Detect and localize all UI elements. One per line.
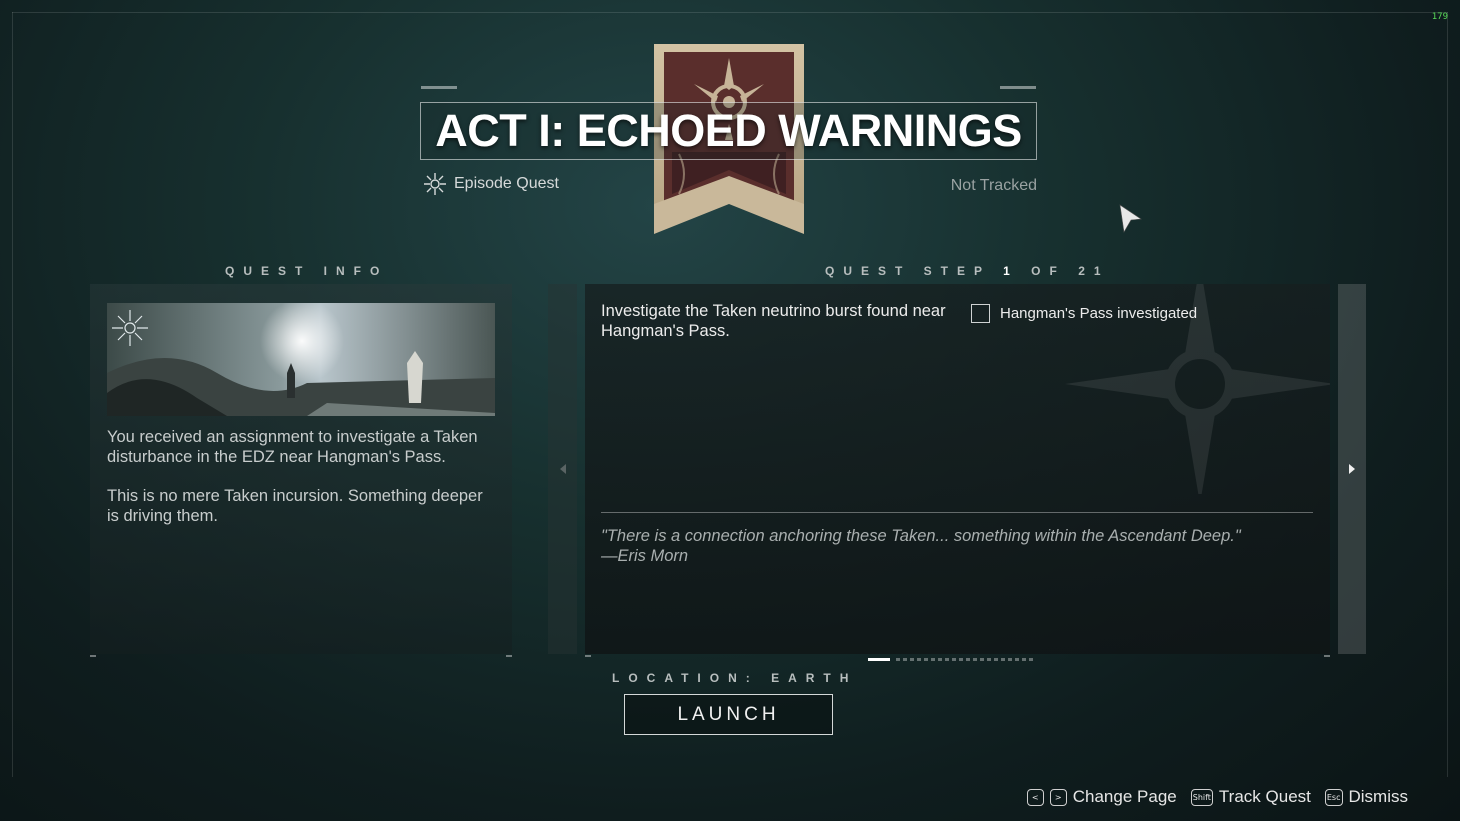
- objective-checkbox: [971, 304, 990, 323]
- quest-step-panel: Investigate the Taken neutrino burst fou…: [585, 284, 1330, 654]
- lore-quote-text: "There is a connection anchoring these T…: [601, 527, 1241, 545]
- title-left-dash: [421, 86, 457, 89]
- mouse-cursor-icon: [1119, 204, 1142, 233]
- pager-dot: [910, 658, 914, 661]
- change-page-hint[interactable]: < > Change Page: [1026, 787, 1177, 807]
- quest-step-prefix: QUEST STEP: [825, 264, 991, 278]
- dismiss-hint[interactable]: Esc Dismiss: [1324, 787, 1409, 807]
- key-shift-icon: Shift: [1190, 788, 1213, 806]
- pager-dot: [1022, 658, 1026, 661]
- footer-hints: < > Change Page Shift Track Quest Esc Di…: [1026, 787, 1409, 807]
- quest-step-description: Investigate the Taken neutrino burst fou…: [601, 302, 946, 340]
- pager-current-indicator: [868, 658, 890, 661]
- objective-item: Hangman's Pass investigated: [971, 304, 1197, 323]
- pager-dot: [938, 658, 942, 661]
- title-right-dash: [1000, 86, 1036, 89]
- location-label: LOCATION: EARTH: [612, 671, 858, 685]
- quest-info-paragraph: This is no mere Taken incursion. Somethi…: [107, 487, 483, 525]
- change-page-label: Change Page: [1072, 787, 1177, 806]
- launch-button[interactable]: LAUNCH: [624, 694, 833, 735]
- key-left-icon: <: [1026, 788, 1044, 806]
- frame-right-line: [1447, 12, 1448, 777]
- quest-info-label: QUEST INFO: [225, 264, 389, 278]
- pager-dot: [994, 658, 998, 661]
- quest-step-of: OF: [1031, 264, 1066, 278]
- track-quest-hint[interactable]: Shift Track Quest: [1190, 787, 1311, 807]
- track-quest-label: Track Quest: [1218, 787, 1311, 806]
- episode-star-icon: [424, 173, 446, 195]
- quest-info-text: You received an assignment to investigat…: [107, 427, 487, 545]
- pager-dot: [1015, 658, 1019, 661]
- lore-quote: "There is a connection anchoring these T…: [601, 526, 1301, 566]
- pager-dot: [987, 658, 991, 661]
- pager-dot: [917, 658, 921, 661]
- pager-dot: [1029, 658, 1033, 661]
- panel-corner-mark: [506, 655, 512, 657]
- frame-top-line: [12, 12, 1448, 13]
- next-step-button[interactable]: [1338, 284, 1366, 654]
- previous-step-button[interactable]: [548, 284, 577, 654]
- quest-info-panel: You received an assignment to investigat…: [90, 284, 512, 654]
- chevron-right-icon: [1349, 464, 1355, 474]
- lore-quote-author: —Eris Morn: [601, 547, 689, 565]
- step-pager: [868, 658, 1033, 661]
- panel-corner-mark: [1324, 655, 1330, 657]
- pager-dot: [903, 658, 907, 661]
- pager-dot: [931, 658, 935, 661]
- objective-label: Hangman's Pass investigated: [1000, 305, 1198, 322]
- pager-dot: [1008, 658, 1012, 661]
- tracking-status: Not Tracked: [950, 177, 1037, 194]
- quest-step-total: 21: [1078, 264, 1110, 278]
- fps-counter: 179: [1431, 12, 1448, 22]
- pager-dot: [966, 658, 970, 661]
- quest-title: ACT I: ECHOED WARNINGS: [435, 105, 1022, 156]
- pager-dot: [952, 658, 956, 661]
- pager-dot: [959, 658, 963, 661]
- panel-corner-mark: [90, 655, 96, 657]
- pager-dot: [973, 658, 977, 661]
- quest-step-label: QUEST STEP 1 OF 21: [825, 264, 1110, 278]
- quest-type: Episode Quest: [423, 172, 559, 196]
- pager-dot: [980, 658, 984, 661]
- quest-type-label: Episode Quest: [454, 175, 559, 192]
- lore-divider: [601, 512, 1313, 513]
- frame-left-line: [12, 12, 13, 777]
- quest-info-paragraph: You received an assignment to investigat…: [107, 428, 478, 466]
- pager-dot: [945, 658, 949, 661]
- panel-corner-mark: [585, 655, 591, 657]
- quest-title-box: ACT I: ECHOED WARNINGS: [420, 102, 1037, 160]
- pager-dot: [896, 658, 900, 661]
- quest-scene-image: [107, 303, 495, 416]
- chevron-left-icon: [559, 464, 566, 474]
- pager-dot: [924, 658, 928, 661]
- dismiss-label: Dismiss: [1348, 787, 1409, 806]
- pager-dot: [1001, 658, 1005, 661]
- key-right-icon: >: [1049, 788, 1067, 806]
- quest-step-current: 1: [1003, 264, 1019, 278]
- key-esc-icon: Esc: [1324, 788, 1343, 806]
